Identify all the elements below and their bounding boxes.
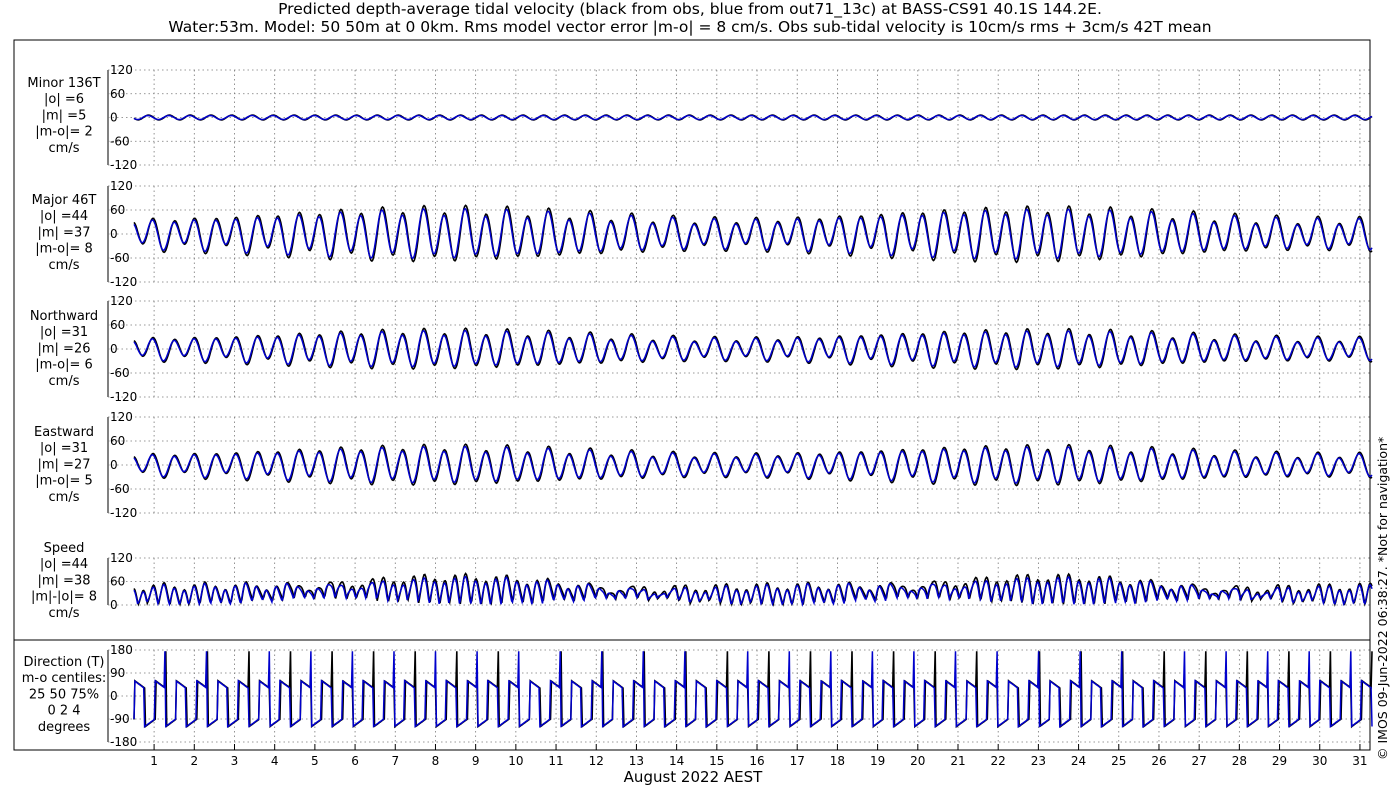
x-tick-label: 19 [870,754,885,768]
copyright-notice: © IMOS 09-Jun-2022 06:38:27. *Not for na… [1375,437,1390,760]
panel-northward-ytick-label: -60 [110,366,130,380]
panel-eastward-label-line: Eastward [34,425,94,440]
panel-eastward-ytick-label: 120 [110,410,133,424]
x-axis-label: August 2022 AEST [624,768,763,786]
panel-speed-label-line: |o| =44 [40,557,88,572]
panel-direction-label-line: degrees [38,720,91,735]
panel-direction-label-line: Direction (T) [24,655,105,670]
panel-speed-label-line: cm/s [49,606,80,621]
x-tick-label: 13 [629,754,644,768]
panel-major-ytick-label: 0 [110,227,118,241]
panel-northward-ytick-label: 120 [110,294,133,308]
x-tick-label: 21 [950,754,965,768]
x-tick-label: 17 [790,754,805,768]
panel-eastward-label-line: cm/s [49,490,80,505]
panel-eastward-ytick-label: -60 [110,482,130,496]
x-tick-label: 1 [150,754,158,768]
x-tick-label: 20 [910,754,925,768]
panel-direction-ytick-label: 0 [110,689,118,703]
panel-direction-label-line: m-o centiles: [22,671,107,686]
panel-major-label-line: cm/s [49,258,80,273]
x-tick-label: 23 [1031,754,1046,768]
panel-speed-label-line: |m| =38 [38,573,91,588]
panel-northward-label-line: |m-o|= 6 [35,358,93,373]
panel-speed-label-line: |m|-|o|= 8 [31,590,97,605]
panel-speed-label-line: Speed [44,541,85,556]
panel-major-ytick-label: -120 [110,275,137,289]
panel-speed-ytick-label: 120 [110,551,133,565]
x-tick-label: 26 [1151,754,1166,768]
x-tick-label: 8 [432,754,440,768]
panel-direction-ytick-label: 180 [110,643,133,657]
panel-minor-ytick-label: -120 [110,158,137,172]
x-tick-label: 7 [391,754,399,768]
x-tick-label: 4 [271,754,279,768]
panel-minor-label-line: Minor 136T [27,76,100,91]
panel-major-label-line: |m| =37 [38,225,91,240]
panel-minor-label-line: |m| =5 [42,108,87,123]
panel-eastward-label-line: |m| =27 [38,457,91,472]
panel-northward-label-line: cm/s [49,374,80,389]
panel-direction-ytick-label: -90 [110,712,130,726]
panel-eastward-label-line: |o| =31 [40,441,88,456]
panel-major-ytick-label: -60 [110,251,130,265]
x-tick-label: 6 [351,754,359,768]
panel-northward-label-line: Northward [30,309,98,324]
panel-major-ytick-label: 120 [110,179,133,193]
x-tick-label: 11 [548,754,563,768]
panel-northward-ytick-label: 0 [110,342,118,356]
panel-minor-label-line: |o| =6 [44,92,84,107]
panel-eastward-label-line: |m-o|= 5 [35,474,93,489]
x-tick-label: 9 [472,754,480,768]
panel-northward-label-line: |o| =31 [40,325,88,340]
x-tick-label: 31 [1352,754,1367,768]
x-tick-label: 29 [1272,754,1287,768]
panel-minor-ytick-label: -60 [110,134,130,148]
x-tick-label: 2 [190,754,198,768]
figure-title-line1: Predicted depth-average tidal velocity (… [278,0,1102,19]
x-tick-label: 15 [709,754,724,768]
x-tick-label: 10 [508,754,523,768]
panel-eastward-ytick-label: 60 [110,434,125,448]
x-tick-label: 3 [231,754,239,768]
x-tick-label: 5 [311,754,319,768]
panel-major-label-line: |m-o|= 8 [35,242,93,257]
panel-direction-ytick-label: -180 [110,735,137,749]
panel-speed-ytick-label: 0 [110,598,118,612]
panel-direction-label-line: 0 2 4 [47,704,80,719]
panel-direction-ytick-label: 90 [110,666,125,680]
panel-minor-ytick-label: 120 [110,63,133,77]
panel-minor-label-line: |m-o|= 2 [35,125,93,140]
panel-northward-ytick-label: -120 [110,390,137,404]
x-tick-label: 22 [991,754,1006,768]
x-tick-label: 30 [1312,754,1327,768]
x-tick-label: 14 [669,754,684,768]
panel-minor-label-line: cm/s [49,141,80,156]
panel-direction-label-line: 25 50 75% [29,687,99,702]
panel-northward-ytick-label: 60 [110,318,125,332]
panel-minor-ytick-label: 0 [110,111,118,125]
panel-minor-ytick-label: 60 [110,87,125,101]
x-tick-label: 12 [589,754,604,768]
panel-major-label-line: |o| =44 [40,209,88,224]
x-tick-label: 27 [1192,754,1207,768]
panel-eastward-ytick-label: -120 [110,506,137,520]
figure-title-line2: Water:53m. Model: 50 50m at 0 0km. Rms m… [168,18,1211,36]
x-tick-label: 18 [830,754,845,768]
x-tick-label: 16 [749,754,764,768]
panel-major-ytick-label: 60 [110,203,125,217]
panel-major-label-line: Major 46T [32,193,97,208]
tidal-velocity-figure: Predicted depth-average tidal velocity (… [0,0,1400,800]
x-tick-label: 24 [1071,754,1086,768]
panel-northward-label-line: |m| =26 [38,341,91,356]
x-tick-label: 28 [1232,754,1247,768]
panel-speed-ytick-label: 60 [110,575,125,589]
x-tick-label: 25 [1111,754,1126,768]
panel-eastward-ytick-label: 0 [110,458,118,472]
